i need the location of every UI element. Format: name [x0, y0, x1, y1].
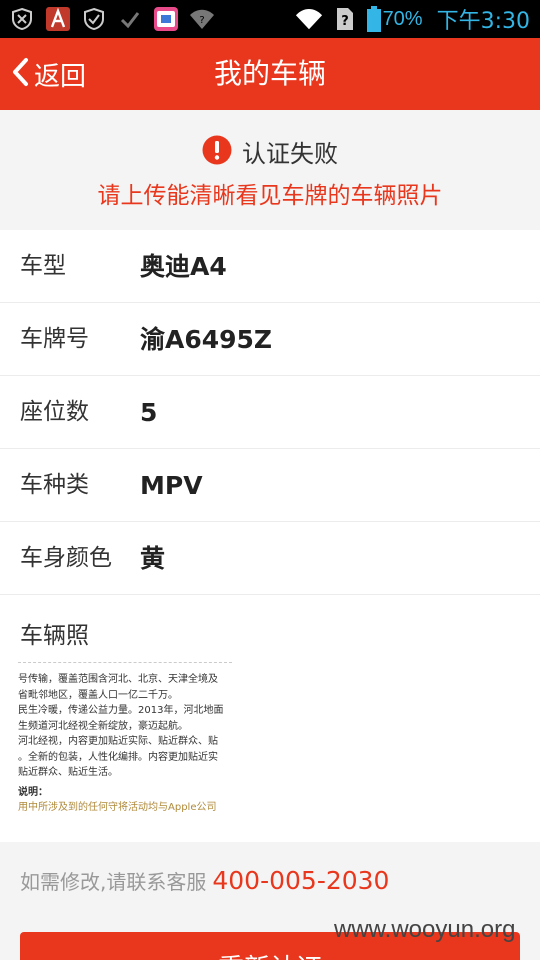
- status-bar: ? ? 70% 下午3:30: [0, 0, 540, 38]
- nav-bar: 返回 我的车辆: [0, 38, 540, 110]
- battery-indicator: 70%: [366, 6, 423, 32]
- info-value: 渝A6495Z: [140, 325, 273, 354]
- info-value: 奥迪A4: [140, 252, 227, 281]
- service-phone-link[interactable]: 400-005-2030: [212, 866, 389, 895]
- photo-text-line: 号传输，覆盖范围含河北、北京、天津全境及: [18, 674, 218, 685]
- photo-text-line: 说明：: [18, 786, 48, 798]
- system-status: ? 70% 下午3:30: [295, 2, 530, 36]
- wifi-question-icon: ?: [188, 5, 216, 33]
- back-label: 返回: [34, 61, 87, 92]
- info-row-model: 车型 奥迪A4: [0, 230, 540, 303]
- photo-label: 车辆照: [20, 623, 89, 649]
- photo-text-line: 省毗邻地区，覆盖人口一亿二千万。: [18, 689, 178, 701]
- photo-text-line: 河北经视，内容更加贴近实际、贴近群众、贴: [18, 736, 218, 747]
- photo-text-line: 用中所涉及到的任何守将活动均与Apple公司: [18, 802, 217, 813]
- notification-icons: ?: [8, 4, 216, 34]
- photo-top-edge: [18, 662, 232, 668]
- wifi-icon: [295, 5, 323, 33]
- watermark: www.wooyun.org: [334, 916, 516, 943]
- info-label: 车型: [20, 253, 66, 279]
- info-row-plate: 车牌号 渝A6495Z: [0, 303, 540, 376]
- photo-text-line: 生频道河北经视全新绽放，豪迈起航。: [18, 720, 188, 732]
- app-store-icon: [152, 5, 180, 33]
- info-row-type: 车种类 MPV: [0, 449, 540, 522]
- info-label: 座位数: [20, 399, 89, 425]
- photo-text-line: 。全新的包装，人性化编排。内容更加贴近实: [18, 751, 218, 763]
- battery-icon: [366, 6, 381, 32]
- info-label: 车身颜色: [20, 545, 112, 571]
- contact-info: 如需修改,请联系客服 400-005-2030: [20, 866, 389, 895]
- notice-title: 认证失败: [242, 140, 338, 168]
- info-row-color: 车身颜色 黄: [0, 522, 540, 595]
- verification-notice: 认证失败 请上传能清晰看见车牌的车辆照片: [0, 110, 540, 230]
- photo-text-line: 贴近群众、贴近生活。: [18, 767, 118, 778]
- shield-icon: [8, 5, 36, 33]
- vehicle-info: 车型 奥迪A4 车牌号 渝A6495Z 座位数 5 车种类 MPV 车身颜色 黄…: [0, 230, 540, 842]
- photo-text-line: 民生冷暖，传递公益力量。2013年，河北地面: [18, 705, 224, 716]
- clock: 下午3:30: [436, 9, 530, 34]
- back-button[interactable]: 返回: [10, 38, 86, 110]
- svg-text:?: ?: [341, 14, 349, 29]
- info-value: 5: [140, 398, 158, 427]
- notice-header: 认证失败: [0, 134, 540, 169]
- shield-check-icon: [80, 5, 108, 33]
- contact-text: 如需修改,请联系客服: [20, 870, 207, 894]
- sim-unknown-icon: ?: [331, 5, 359, 33]
- app-a-icon: [44, 5, 72, 33]
- chevron-left-icon: [10, 57, 30, 91]
- notice-message: 请上传能清晰看见车牌的车辆照片: [97, 183, 443, 209]
- battery-percent: 70%: [382, 7, 423, 30]
- info-label: 车种类: [20, 472, 89, 498]
- info-value: MPV: [140, 471, 203, 500]
- info-label: 车牌号: [20, 326, 89, 352]
- info-value: 黄: [140, 544, 166, 573]
- check-icon: [116, 5, 144, 33]
- error-icon: [202, 135, 232, 169]
- info-row-seats: 座位数 5: [0, 376, 540, 449]
- vehicle-photo[interactable]: 号传输，覆盖范围含河北、北京、天津全境及 省毗邻地区，覆盖人口一亿二千万。 民生…: [18, 662, 232, 814]
- svg-text:?: ?: [199, 15, 204, 26]
